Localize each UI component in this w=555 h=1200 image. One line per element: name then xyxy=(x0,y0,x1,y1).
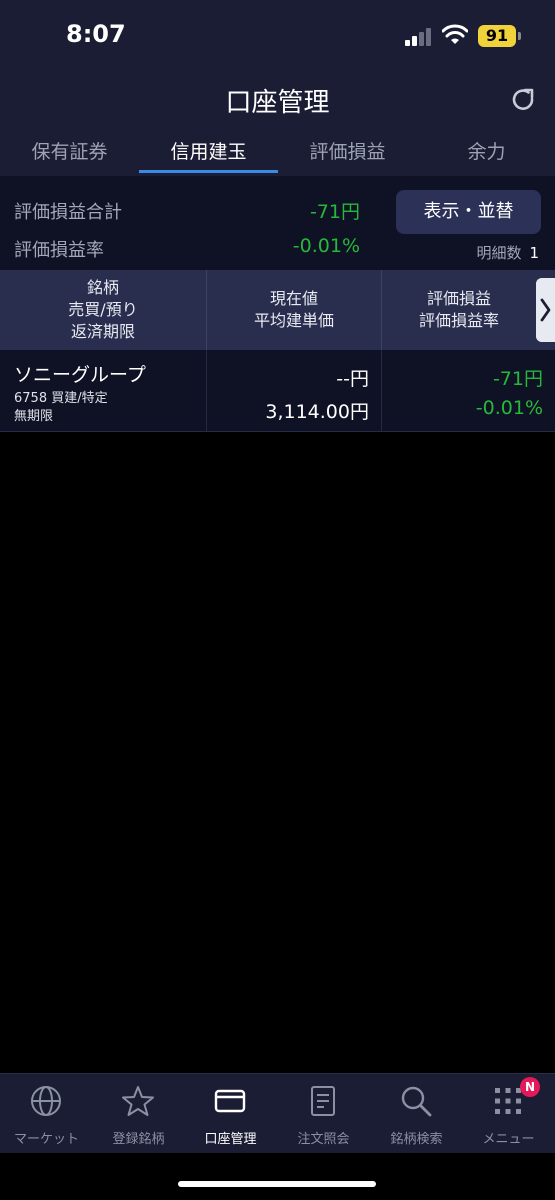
item-count: 明細数 1 xyxy=(476,242,539,263)
tab-valuation[interactable]: 評価損益 xyxy=(278,138,417,176)
document-icon xyxy=(311,1086,335,1116)
nav-label: マーケット xyxy=(13,1132,79,1147)
row-pl-rate: -0.01% xyxy=(475,397,543,419)
pl-rate-label: 評価損益率 xyxy=(14,240,104,261)
summary-panel: 評価損益合計 -71円 評価損益率 -0.01% 表示・並替 明細数 1 xyxy=(0,176,555,270)
header-line: 銘柄 xyxy=(86,278,119,297)
tab-holdings[interactable]: 保有証券 xyxy=(0,138,139,176)
nav-stock-search[interactable]: 銘柄検索 xyxy=(370,1074,463,1154)
nav-menu[interactable]: メニュー xyxy=(462,1074,555,1154)
status-time: 8:07 xyxy=(66,20,126,48)
item-count-value: 1 xyxy=(529,244,539,262)
column-divider xyxy=(206,350,207,432)
header-line: 評価損益 xyxy=(426,289,491,308)
nav-label: 口座管理 xyxy=(204,1132,257,1147)
header-line: 現在値 xyxy=(269,289,318,308)
display-sort-button[interactable]: 表示・並替 xyxy=(396,190,541,234)
status-bar: 8:07 91 xyxy=(0,0,555,68)
column-header-stock[interactable]: 銘柄 売買/預り 返済期限 xyxy=(0,270,206,350)
notification-badge: N xyxy=(520,1077,540,1097)
globe-icon xyxy=(31,1086,61,1116)
current-price: --円 xyxy=(336,368,369,390)
nav-orders[interactable]: 注文照会 xyxy=(277,1074,370,1154)
refresh-icon[interactable] xyxy=(508,85,538,115)
row-pl-value: -71円 xyxy=(492,368,543,390)
item-count-label: 明細数 xyxy=(476,244,522,262)
repayment-deadline: 無期限 xyxy=(14,409,54,424)
column-header-price[interactable]: 現在値 平均建単価 xyxy=(207,270,381,350)
app-header: 口座管理 保有証券 信用建玉 評価損益 余力 xyxy=(0,68,555,176)
nav-label: 銘柄検索 xyxy=(390,1132,443,1147)
battery-indicator: 91 xyxy=(478,25,521,47)
stock-name: ソニーグループ xyxy=(14,364,146,386)
wifi-icon xyxy=(442,24,468,44)
nav-label: 登録銘柄 xyxy=(112,1132,165,1147)
bottom-navigation: マーケット 登録銘柄 口座管理 注文照会 銘柄検索 メニュー xyxy=(0,1073,555,1153)
average-price: 3,114.00円 xyxy=(265,401,369,423)
header-line: 売買/預り xyxy=(68,300,138,319)
home-indicator[interactable] xyxy=(178,1181,376,1187)
active-tab-indicator xyxy=(139,170,278,173)
pl-rate-value: -0.01% xyxy=(292,235,360,257)
table-row[interactable]: ソニーグループ 6758 買建/特定 無期限 --円 3,114.00円 -71… xyxy=(0,350,555,432)
stock-code-trade-type: 6758 買建/特定 xyxy=(14,391,108,406)
column-header-pl[interactable]: 評価損益 評価損益率 xyxy=(382,270,536,350)
page-title: 口座管理 xyxy=(225,88,330,118)
star-icon xyxy=(122,1086,154,1116)
total-pl-label: 評価損益合計 xyxy=(14,202,122,223)
nav-watchlist[interactable]: 登録銘柄 xyxy=(92,1074,185,1154)
tab-buying-power[interactable]: 余力 xyxy=(417,138,555,176)
search-icon xyxy=(401,1086,432,1117)
header-line: 平均建単価 xyxy=(253,311,334,330)
nav-label: 注文照会 xyxy=(297,1132,350,1147)
header-line: 評価損益率 xyxy=(418,311,499,330)
nav-label: メニュー xyxy=(482,1132,535,1147)
chevron-right-icon[interactable] xyxy=(536,278,555,342)
nav-account[interactable]: 口座管理 xyxy=(184,1074,277,1154)
card-icon xyxy=(214,1089,246,1113)
column-divider xyxy=(381,350,382,432)
table-header: 銘柄 売買/預り 返済期限 現在値 平均建単価 評価損益 評価損益率 xyxy=(0,270,555,350)
header-line: 返済期限 xyxy=(70,322,135,341)
cellular-signal-icon xyxy=(405,28,433,46)
total-pl-value: -71円 xyxy=(309,201,360,223)
nav-market[interactable]: マーケット xyxy=(0,1074,93,1154)
